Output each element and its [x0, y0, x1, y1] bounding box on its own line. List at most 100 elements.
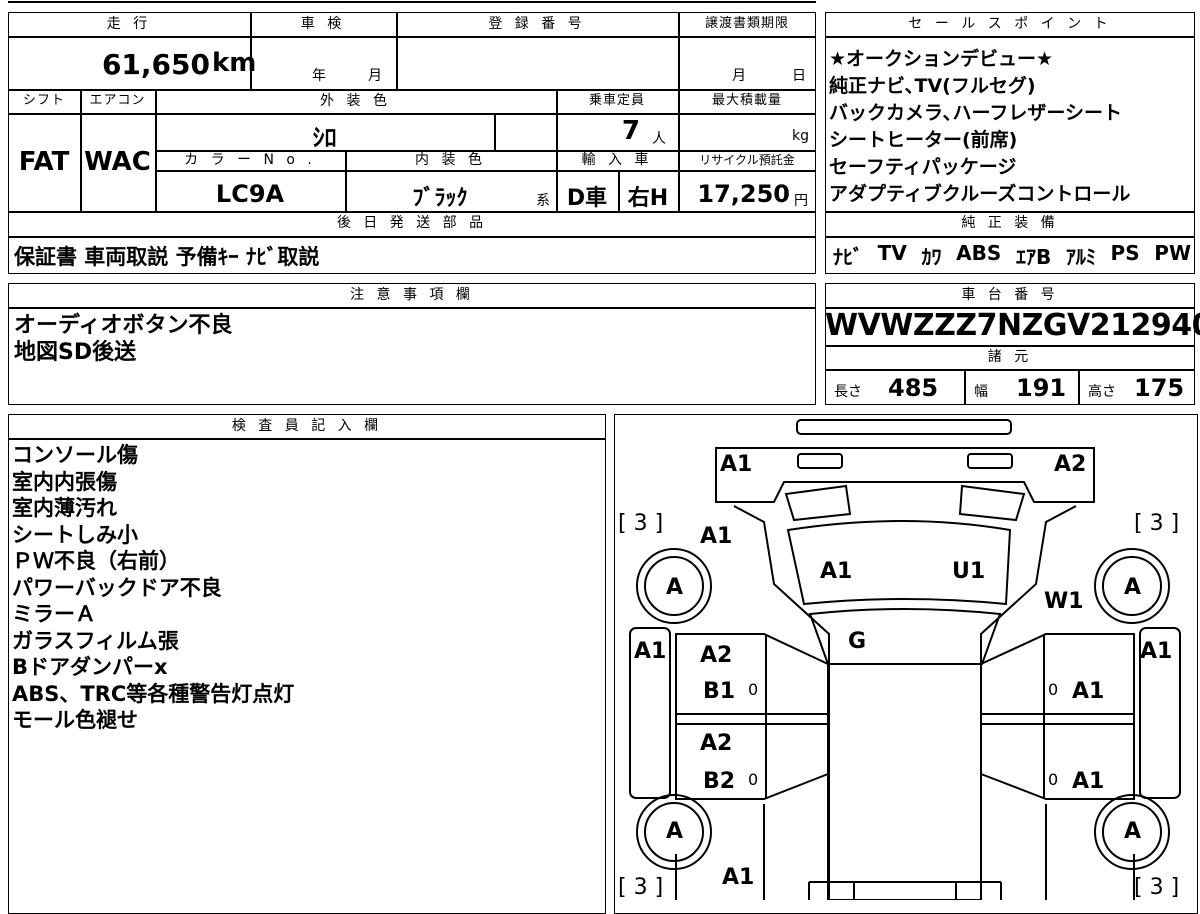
- inspector-note: パワーバックドア不良: [12, 575, 222, 600]
- inspector-note: ガラスフィルム張: [12, 628, 179, 653]
- equipment-item: PS: [1110, 241, 1140, 265]
- import-label: 輸 入 車: [581, 152, 653, 168]
- inspector-note: ミラーＡ: [12, 602, 96, 626]
- specs-label: 諸 元: [987, 349, 1033, 365]
- equipment-item: ｱﾙﾐ: [1065, 245, 1096, 269]
- diagram-tire-left-front: [ 3 ]: [618, 511, 664, 536]
- diagram-left-rear-door-a: A2: [700, 731, 733, 756]
- capacity-label: 乗車定員: [588, 93, 645, 108]
- length-label: 長さ: [834, 384, 862, 400]
- import-type-value: D車: [566, 186, 608, 211]
- ac-label: エアコン: [89, 93, 146, 108]
- exterior-color-value: ｼﾛ: [312, 124, 337, 152]
- diagram-right-front-door: A1: [1072, 679, 1105, 704]
- diagram-windshield-left: A1: [820, 559, 853, 584]
- transfer-deadline-label: 譲渡書類期限: [704, 16, 789, 31]
- spec-row-line: [155, 170, 816, 172]
- diagram-door-marker: 0: [1048, 680, 1059, 699]
- color-no-label: カ ラ ー N o .: [184, 152, 316, 168]
- sales-points-label: セ ー ル ス ポ イ ン ト: [908, 16, 1112, 32]
- sales-point: バックカメラ､ハーフレザーシート: [829, 102, 1122, 124]
- ac-value: WAC: [84, 147, 151, 177]
- sales-points-list: ★オークションデビュー★ 純正ナビ､TV(フルセグ) バックカメラ､ハーフレザー…: [829, 46, 1130, 208]
- notes-header-line: [8, 307, 816, 309]
- diagram-left-front-door-a: A2: [700, 643, 733, 668]
- diagram-wheel-lr: A: [666, 819, 684, 844]
- color-no-value: LC9A: [215, 180, 285, 208]
- diagram-right-front: W1: [1044, 589, 1084, 614]
- diagram-wheel-lf: A: [666, 575, 684, 600]
- diagram-hood: A1: [700, 524, 733, 549]
- spec-col-line: [494, 113, 496, 150]
- genuine-equipment-list: ﾅﾋﾞ TV ｶﾜ ABS ｴｱB ｱﾙﾐ PS PW: [833, 241, 1191, 270]
- diagram-wheel-rr: A: [1124, 819, 1142, 844]
- mileage-unit: km: [212, 48, 257, 78]
- diagram-rear-left: A1: [722, 865, 755, 890]
- note-item: 地図SD後送: [14, 339, 137, 365]
- height-label: 高さ: [1088, 384, 1116, 400]
- diagram-left-front-door-b: B1: [703, 679, 736, 704]
- specs-col-line: [964, 369, 966, 405]
- inspector-header-line: [8, 438, 606, 440]
- interior-color-label: 内 装 色: [415, 152, 486, 168]
- sales-point: シートヒーター(前席): [829, 129, 1018, 151]
- sales-point: アダプティブクルーズコントロール: [829, 183, 1131, 205]
- top-edge-line: [8, 1, 816, 3]
- diagram-door-marker: 0: [748, 770, 759, 789]
- diagram-door-marker: 0: [748, 680, 759, 699]
- inspector-note: 室内薄汚れ: [12, 496, 117, 520]
- diagram-door-marker: 0: [1048, 770, 1059, 789]
- diagram-windshield-right: U1: [952, 559, 986, 584]
- sales-point: 純正ナビ､TV(フルセグ): [829, 75, 1036, 97]
- width-label: 幅: [974, 384, 988, 400]
- inspector-note: コンソール傷: [12, 443, 138, 467]
- chassis-label: 車 台 番 号: [961, 287, 1059, 303]
- capacity-value: 7: [621, 116, 640, 146]
- diagram-front-right: A2: [1054, 452, 1087, 477]
- registration-label: 登 録 番 号: [488, 16, 586, 32]
- inspector-note: シートしみ小: [12, 522, 138, 547]
- recycle-fee-value: 17,250: [697, 180, 790, 208]
- sales-header-line: [825, 36, 1195, 38]
- inspector-note: ABS、TRC等各種警告灯点灯: [12, 681, 295, 706]
- mileage-value: 61,650: [101, 48, 210, 81]
- length-value: 485: [888, 374, 939, 402]
- note-item: オーディオボタン不良: [14, 313, 233, 338]
- spec-row-line: [8, 236, 816, 238]
- steering-value: 右H: [627, 186, 669, 211]
- inspector-notes-list: コンソール傷 室内内張傷 室内薄汚れ シートしみ小 ＰＷ不良（右前） パワーバッ…: [12, 442, 294, 734]
- specs-col-line: [1078, 369, 1080, 405]
- width-value: 191: [1016, 374, 1067, 402]
- interior-color-value: ﾌﾞﾗｯｸ: [412, 186, 468, 211]
- recycle-fee-unit: 円: [794, 193, 808, 209]
- capacity-unit: 人: [652, 131, 666, 147]
- height-value: 175: [1134, 374, 1185, 402]
- diagram-wheel-rf: A: [1124, 575, 1142, 600]
- specs-header-line: [825, 369, 1195, 371]
- interior-color-suffix: 系: [536, 193, 550, 209]
- genuine-equipment-label: 純 正 装 備: [961, 215, 1059, 231]
- diagram-roof: G: [848, 629, 867, 654]
- equipment-item: ﾅﾋﾞ: [833, 245, 863, 269]
- notes-list: オーディオボタン不良 地図SD後送: [14, 313, 232, 366]
- transfer-day-unit: 日: [792, 68, 806, 84]
- mileage-label: 走 行: [106, 16, 152, 32]
- equipment-item: ABS: [956, 241, 1002, 265]
- diagram-tire-left-rear: [ 3 ]: [618, 875, 664, 900]
- load-unit: kg: [792, 128, 809, 144]
- equipment-header-line: [825, 236, 1195, 238]
- inspection-label: 車 検: [300, 16, 346, 32]
- notes-label: 注 意 事 項 欄: [350, 287, 474, 303]
- inspector-note: モール色褪せ: [12, 708, 138, 732]
- later-parts-value: 保証書 車両取説 予備ｷｰ ﾅﾋﾞ取説: [14, 245, 320, 269]
- sales-point: ★オークションデビュー★: [829, 48, 1054, 70]
- inspection-month-unit: 月: [368, 68, 382, 84]
- diagram-tire-right-rear: [ 3 ]: [1134, 875, 1180, 900]
- diagram-right-fender: A1: [1140, 639, 1173, 664]
- diagram-left-fender: A1: [634, 639, 667, 664]
- inspector-note: 室内内張傷: [12, 469, 117, 494]
- equipment-item: ｴｱB: [1015, 245, 1052, 269]
- inspector-note: Bドアダンパーx: [12, 655, 168, 679]
- equipment-item: TV: [877, 241, 907, 265]
- recycle-label: リサイクル預託金: [699, 153, 795, 167]
